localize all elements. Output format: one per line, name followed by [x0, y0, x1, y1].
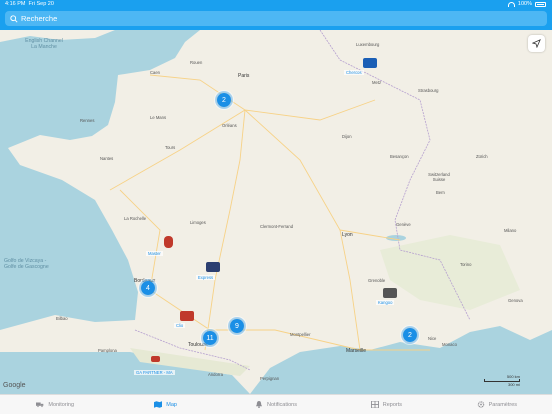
cluster-marker-albi[interactable]: 9 — [228, 317, 246, 335]
tab-monitoring[interactable]: Monitoring — [0, 395, 110, 414]
map-icon — [154, 401, 163, 408]
map-canvas — [0, 30, 552, 394]
search-input[interactable] — [21, 14, 521, 23]
label-orleans: Orléans — [222, 123, 237, 128]
vehicle-label-alps[interactable]: Kangoo — [376, 300, 395, 305]
map-scale: 500 km 300 mi — [484, 374, 520, 387]
grid-icon — [370, 401, 379, 408]
label-turin: Torino — [460, 262, 472, 267]
vehicle-marker-sea[interactable] — [151, 356, 160, 362]
label-rouen: Rouen — [190, 60, 203, 65]
status-bar: 4:16 PM Fri Sep 20 100% — [0, 0, 552, 9]
wifi-icon — [507, 1, 515, 7]
label-marseille: Marseille — [346, 348, 367, 354]
vehicle-marker-alps[interactable] — [383, 288, 397, 298]
tab-label: Monitoring — [48, 401, 75, 408]
tab-label: Paramètres — [488, 401, 518, 408]
cluster-marker-bordeaux[interactable]: 4 — [139, 279, 157, 297]
label-geneva: Genève — [396, 222, 411, 227]
tab-label: Notifications — [267, 401, 297, 408]
tab-map[interactable]: Map — [110, 395, 220, 414]
vehicle-marker-tlse[interactable] — [180, 311, 194, 321]
vehicle-label-tlse[interactable]: Clio — [174, 323, 186, 328]
label-montpellier: Montpellier — [290, 332, 311, 337]
label-besancon: Besançon — [390, 154, 409, 159]
label-switzerland: Switzerland Suisse — [428, 172, 450, 182]
tab-bar: Monitoring Map Notifications Reports Par… — [0, 394, 552, 414]
label-bern: Bern — [436, 190, 445, 195]
tab-label: Map — [166, 401, 177, 408]
label-zurich: Zürich — [476, 154, 488, 159]
label-andorra: Andorra — [208, 372, 223, 377]
vehicle-label-bx[interactable]: Master — [146, 251, 163, 256]
location-arrow-icon — [532, 39, 541, 48]
truck-icon — [36, 402, 44, 408]
label-paris: Paris — [238, 73, 250, 79]
label-biscay: Golfe de Gascogne — [4, 264, 49, 270]
locate-me-button[interactable] — [528, 35, 545, 52]
scale-mi: 300 mi — [507, 382, 520, 387]
label-nantes: Nantes — [100, 156, 114, 161]
cluster-marker-nice[interactable]: 2 — [401, 326, 419, 344]
battery-text: 100% — [517, 1, 532, 7]
label-pamplona: Pamplona — [98, 348, 117, 353]
vehicle-label-lim[interactable]: Express — [196, 275, 216, 280]
tab-settings[interactable]: Paramètres — [442, 395, 552, 414]
vehicle-label-lux[interactable]: Chercos — [344, 70, 364, 75]
battery-icon — [535, 1, 546, 7]
app-header: 4:16 PM Fri Sep 20 100% — [0, 0, 552, 30]
label-rennes: Rennes — [80, 118, 95, 123]
status-right: 100% — [507, 1, 546, 7]
label-la-rochelle: La Rochelle — [124, 216, 147, 221]
cluster-marker-toulouse[interactable]: 11 — [201, 329, 219, 347]
gear-icon — [477, 401, 484, 408]
label-luxembourg: Luxembourg — [356, 42, 380, 47]
label-le-mans: Le Mans — [150, 115, 167, 120]
label-metz: Metz — [372, 80, 382, 85]
search-bar[interactable] — [5, 11, 547, 26]
google-logo: Google — [3, 382, 26, 389]
label-dijon: Dijon — [342, 134, 352, 139]
vehicle-marker-bx[interactable] — [164, 236, 173, 248]
bell-icon — [255, 401, 263, 408]
vehicle-marker-lim[interactable] — [206, 262, 220, 272]
label-grenoble: Grenoble — [368, 278, 386, 283]
tab-label: Reports — [382, 401, 403, 408]
vehicle-label-sea[interactable]: GA PARTNER - MA — [134, 370, 175, 375]
label-genova: Genova — [508, 298, 523, 303]
cluster-marker-paris[interactable]: 2 — [215, 91, 233, 109]
status-time: 4:16 PM Fri Sep 20 — [5, 1, 54, 7]
label-bilbao: Bilbao — [56, 316, 68, 321]
label-strasbourg: Strasbourg — [418, 88, 439, 93]
label-limoges: Limoges — [190, 220, 206, 225]
label-nice: Nice — [428, 336, 437, 341]
label-monaco: Monaco — [442, 342, 457, 347]
label-milan: Milano — [504, 228, 517, 233]
search-icon — [10, 14, 18, 23]
label-tours: Tours — [165, 145, 176, 150]
label-clermont: Clermont-Ferrand — [260, 224, 294, 229]
label-perpignan: Perpignan — [260, 376, 280, 381]
tab-notifications[interactable]: Notifications — [221, 395, 331, 414]
map-view[interactable]: English Channel La Manche Golfo de Vizca… — [0, 30, 552, 394]
label-lyon: Lyon — [342, 232, 353, 238]
label-channel: English Channel La Manche — [25, 38, 63, 50]
vehicle-marker-lux[interactable] — [363, 58, 377, 68]
label-caen: Caen — [150, 70, 161, 75]
tab-reports[interactable]: Reports — [331, 395, 441, 414]
